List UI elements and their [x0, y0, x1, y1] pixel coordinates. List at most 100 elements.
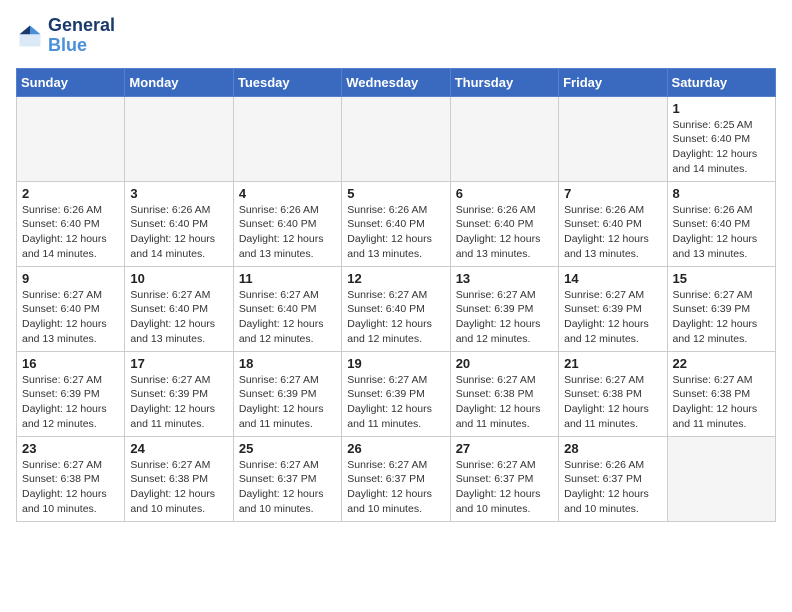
- calendar-cell: 13 Sunrise: 6:27 AM Sunset: 6:39 PM Dayli…: [450, 266, 558, 351]
- calendar-cell: 24Sunrise: 6:27 AM Sunset: 6:38 PM Dayli…: [125, 436, 233, 521]
- day-info: Sunrise: 6:27 AM Sunset: 6:37 PM Dayligh…: [347, 458, 444, 517]
- calendar-cell: 11Sunrise: 6:27 AM Sunset: 6:40 PM Dayli…: [233, 266, 341, 351]
- day-info: Sunrise: 6:27 AM Sunset: 6:39 PM Dayligh…: [564, 288, 661, 347]
- day-number: 23: [22, 441, 119, 456]
- day-info: Sunrise: 6:27 AM Sunset: 6:37 PM Dayligh…: [456, 458, 553, 517]
- day-number: 1: [673, 101, 770, 116]
- week-row-1: 1 Sunrise: 6:25 AM Sunset: 6:40 PM Daylig…: [17, 96, 776, 181]
- weekday-header-thursday: Thursday: [450, 68, 558, 96]
- day-info: Sunrise: 6:27 AM Sunset: 6:39 PM Dayligh…: [347, 373, 444, 432]
- day-number: 28: [564, 441, 661, 456]
- calendar-cell: 27 Sunrise: 6:27 AM Sunset: 6:37 PM Dayli…: [450, 436, 558, 521]
- day-info: Sunrise: 6:25 AM Sunset: 6:40 PM Dayligh…: [673, 118, 770, 177]
- calendar-cell: 5 Sunrise: 6:26 AM Sunset: 6:40 PM Daylig…: [342, 181, 450, 266]
- calendar-cell: 7Sunrise: 6:26 AM Sunset: 6:40 PM Daylig…: [559, 181, 667, 266]
- calendar-cell: 12 Sunrise: 6:27 AM Sunset: 6:40 PM Dayli…: [342, 266, 450, 351]
- day-number: 25: [239, 441, 336, 456]
- day-number: 7: [564, 186, 661, 201]
- calendar-cell: 21 Sunrise: 6:27 AM Sunset: 6:38 PM Dayli…: [559, 351, 667, 436]
- day-number: 18: [239, 356, 336, 371]
- calendar-cell: 3 Sunrise: 6:26 AM Sunset: 6:40 PM Daylig…: [125, 181, 233, 266]
- week-row-4: 16 Sunrise: 6:27 AM Sunset: 6:39 PM Dayli…: [17, 351, 776, 436]
- calendar-cell: 25 Sunrise: 6:27 AM Sunset: 6:37 PM Dayli…: [233, 436, 341, 521]
- calendar-cell: 10 Sunrise: 6:27 AM Sunset: 6:40 PM Dayli…: [125, 266, 233, 351]
- day-info: Sunrise: 6:27 AM Sunset: 6:38 PM Dayligh…: [564, 373, 661, 432]
- calendar-cell: [559, 96, 667, 181]
- calendar-cell: 2 Sunrise: 6:26 AM Sunset: 6:40 PM Daylig…: [17, 181, 125, 266]
- calendar-cell: 20 Sunrise: 6:27 AM Sunset: 6:38 PM Dayli…: [450, 351, 558, 436]
- calendar-cell: 17 Sunrise: 6:27 AM Sunset: 6:39 PM Dayli…: [125, 351, 233, 436]
- calendar-cell: 15 Sunrise: 6:27 AM Sunset: 6:39 PM Dayli…: [667, 266, 775, 351]
- day-info: Sunrise: 6:27 AM Sunset: 6:40 PM Dayligh…: [347, 288, 444, 347]
- day-info: Sunrise: 6:27 AM Sunset: 6:38 PM Dayligh…: [673, 373, 770, 432]
- calendar-cell: 23 Sunrise: 6:27 AM Sunset: 6:38 PM Dayli…: [17, 436, 125, 521]
- day-info: Sunrise: 6:27 AM Sunset: 6:38 PM Dayligh…: [456, 373, 553, 432]
- weekday-header-friday: Friday: [559, 68, 667, 96]
- day-number: 16: [22, 356, 119, 371]
- day-number: 4: [239, 186, 336, 201]
- day-number: 9: [22, 271, 119, 286]
- day-number: 21: [564, 356, 661, 371]
- calendar-cell: 9 Sunrise: 6:27 AM Sunset: 6:40 PM Daylig…: [17, 266, 125, 351]
- day-number: 2: [22, 186, 119, 201]
- day-number: 20: [456, 356, 553, 371]
- weekday-header-tuesday: Tuesday: [233, 68, 341, 96]
- calendar-cell: 1 Sunrise: 6:25 AM Sunset: 6:40 PM Daylig…: [667, 96, 775, 181]
- weekday-header-row: SundayMondayTuesdayWednesdayThursdayFrid…: [17, 68, 776, 96]
- day-info: Sunrise: 6:26 AM Sunset: 6:40 PM Dayligh…: [347, 203, 444, 262]
- day-info: Sunrise: 6:27 AM Sunset: 6:38 PM Dayligh…: [22, 458, 119, 517]
- week-row-2: 2 Sunrise: 6:26 AM Sunset: 6:40 PM Daylig…: [17, 181, 776, 266]
- calendar-cell: 16 Sunrise: 6:27 AM Sunset: 6:39 PM Dayli…: [17, 351, 125, 436]
- day-info: Sunrise: 6:26 AM Sunset: 6:40 PM Dayligh…: [22, 203, 119, 262]
- calendar-cell: 22 Sunrise: 6:27 AM Sunset: 6:38 PM Dayli…: [667, 351, 775, 436]
- calendar-table: SundayMondayTuesdayWednesdayThursdayFrid…: [16, 68, 776, 522]
- day-info: Sunrise: 6:27 AM Sunset: 6:39 PM Dayligh…: [673, 288, 770, 347]
- day-number: 26: [347, 441, 444, 456]
- calendar-cell: [667, 436, 775, 521]
- day-info: Sunrise: 6:27 AM Sunset: 6:39 PM Dayligh…: [130, 373, 227, 432]
- day-number: 19: [347, 356, 444, 371]
- calendar-cell: 18Sunrise: 6:27 AM Sunset: 6:39 PM Dayli…: [233, 351, 341, 436]
- weekday-header-wednesday: Wednesday: [342, 68, 450, 96]
- calendar-cell: 14Sunrise: 6:27 AM Sunset: 6:39 PM Dayli…: [559, 266, 667, 351]
- logo-icon: [16, 22, 44, 50]
- day-info: Sunrise: 6:26 AM Sunset: 6:40 PM Dayligh…: [130, 203, 227, 262]
- week-row-5: 23 Sunrise: 6:27 AM Sunset: 6:38 PM Dayli…: [17, 436, 776, 521]
- day-number: 15: [673, 271, 770, 286]
- logo: General Blue: [16, 16, 115, 56]
- day-info: Sunrise: 6:27 AM Sunset: 6:39 PM Dayligh…: [22, 373, 119, 432]
- calendar-cell: 6 Sunrise: 6:26 AM Sunset: 6:40 PM Daylig…: [450, 181, 558, 266]
- day-info: Sunrise: 6:27 AM Sunset: 6:40 PM Dayligh…: [22, 288, 119, 347]
- calendar-cell: 28 Sunrise: 6:26 AM Sunset: 6:37 PM Dayli…: [559, 436, 667, 521]
- day-number: 5: [347, 186, 444, 201]
- weekday-header-sunday: Sunday: [17, 68, 125, 96]
- day-info: Sunrise: 6:27 AM Sunset: 6:39 PM Dayligh…: [456, 288, 553, 347]
- day-number: 22: [673, 356, 770, 371]
- day-info: Sunrise: 6:27 AM Sunset: 6:40 PM Dayligh…: [239, 288, 336, 347]
- calendar-cell: 4Sunrise: 6:26 AM Sunset: 6:40 PM Daylig…: [233, 181, 341, 266]
- day-number: 27: [456, 441, 553, 456]
- day-number: 12: [347, 271, 444, 286]
- week-row-3: 9 Sunrise: 6:27 AM Sunset: 6:40 PM Daylig…: [17, 266, 776, 351]
- day-info: Sunrise: 6:27 AM Sunset: 6:40 PM Dayligh…: [130, 288, 227, 347]
- day-info: Sunrise: 6:27 AM Sunset: 6:38 PM Dayligh…: [130, 458, 227, 517]
- calendar-cell: [342, 96, 450, 181]
- day-number: 13: [456, 271, 553, 286]
- calendar-cell: 26 Sunrise: 6:27 AM Sunset: 6:37 PM Dayli…: [342, 436, 450, 521]
- day-number: 17: [130, 356, 227, 371]
- day-number: 3: [130, 186, 227, 201]
- weekday-header-monday: Monday: [125, 68, 233, 96]
- day-info: Sunrise: 6:27 AM Sunset: 6:37 PM Dayligh…: [239, 458, 336, 517]
- day-info: Sunrise: 6:26 AM Sunset: 6:40 PM Dayligh…: [456, 203, 553, 262]
- calendar-cell: [125, 96, 233, 181]
- calendar-cell: [450, 96, 558, 181]
- day-info: Sunrise: 6:26 AM Sunset: 6:37 PM Dayligh…: [564, 458, 661, 517]
- logo-text: General Blue: [48, 16, 115, 56]
- calendar-cell: [17, 96, 125, 181]
- calendar-cell: 19 Sunrise: 6:27 AM Sunset: 6:39 PM Dayli…: [342, 351, 450, 436]
- calendar-cell: [233, 96, 341, 181]
- page-header: General Blue: [16, 16, 776, 56]
- calendar-cell: 8Sunrise: 6:26 AM Sunset: 6:40 PM Daylig…: [667, 181, 775, 266]
- day-number: 10: [130, 271, 227, 286]
- day-number: 6: [456, 186, 553, 201]
